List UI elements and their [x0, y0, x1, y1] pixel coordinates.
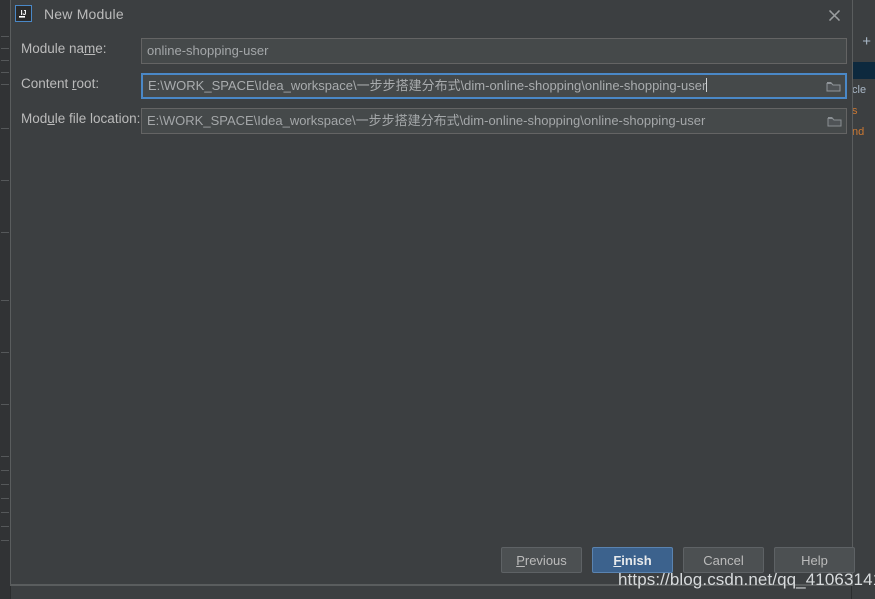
dialog-title: New Module — [44, 6, 124, 22]
ide-gutter-tick — [1, 36, 9, 37]
ide-selected-row — [852, 62, 875, 79]
previous-button[interactable]: Previous — [501, 547, 582, 573]
ide-gutter-tick — [1, 512, 9, 513]
new-module-dialog: IJ New Module Module name: online-shoppi… — [10, 0, 855, 586]
ide-gutter-tick — [1, 180, 9, 181]
ide-text-fragment: nd — [852, 126, 865, 138]
module-file-location-label: Module file location: — [21, 111, 141, 126]
ide-gutter-tick — [1, 48, 9, 49]
dialog-titlebar: IJ New Module — [11, 0, 852, 30]
text-caret — [706, 78, 708, 92]
module-file-location-value: E:\WORK_SPACE\Idea_workspace\一步步搭建分布式\di… — [147, 113, 706, 128]
ide-gutter-tick — [1, 60, 9, 61]
intellij-idea-icon: IJ — [15, 5, 32, 22]
module-file-location-browse-folder-icon[interactable] — [822, 109, 846, 133]
content-root-label: Content root: — [21, 76, 100, 91]
ide-gutter-tick — [1, 72, 9, 73]
cancel-button[interactable]: Cancel — [683, 547, 764, 573]
ide-right-panel: + cle s nd — [851, 0, 875, 599]
module-file-location-field[interactable]: E:\WORK_SPACE\Idea_workspace\一步步搭建分布式\di… — [141, 108, 847, 134]
ide-gutter-tick — [1, 300, 9, 301]
ide-gutter-tick — [1, 404, 9, 405]
ide-gutter-tick — [1, 84, 9, 85]
ide-left-gutter-ticks — [1, 0, 9, 599]
ide-gutter-tick — [1, 540, 9, 541]
ide-text-fragment: s — [852, 105, 858, 117]
ide-gutter-tick — [1, 470, 9, 471]
content-root-browse-folder-icon[interactable] — [821, 74, 845, 98]
ide-gutter-tick — [1, 498, 9, 499]
ide-gutter-tick — [1, 128, 9, 129]
ide-text-fragment: cle — [852, 84, 867, 96]
ide-gutter-tick — [1, 352, 9, 353]
ide-gutter-tick — [1, 232, 9, 233]
module-name-field[interactable]: online-shopping-user — [141, 38, 847, 64]
footer-divider — [11, 584, 852, 585]
content-root-value: E:\WORK_SPACE\Idea_workspace\一步步搭建分布式\di… — [148, 78, 708, 93]
plus-icon[interactable]: + — [862, 34, 871, 49]
dialog-body-empty-area — [11, 148, 852, 538]
module-name-value: online-shopping-user — [147, 43, 269, 58]
ide-gutter-tick — [1, 484, 9, 485]
dialog-footer: Previous Finish Cancel Help — [11, 540, 855, 585]
svg-text:IJ: IJ — [21, 10, 27, 17]
content-root-field[interactable]: E:\WORK_SPACE\Idea_workspace\一步步搭建分布式\di… — [141, 73, 847, 99]
finish-button[interactable]: Finish — [592, 547, 673, 573]
screenshot-root: + cle s nd IJ New Module Module name: on… — [0, 0, 875, 599]
ide-gutter-tick — [1, 526, 9, 527]
ide-gutter-tick — [1, 456, 9, 457]
close-icon[interactable] — [821, 3, 847, 27]
help-button[interactable]: Help — [774, 547, 855, 573]
module-name-label: Module name: — [21, 41, 107, 56]
